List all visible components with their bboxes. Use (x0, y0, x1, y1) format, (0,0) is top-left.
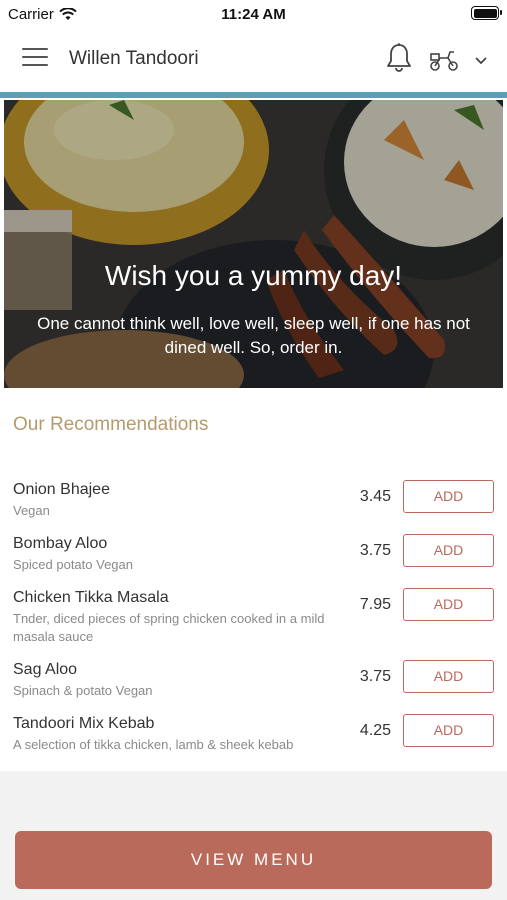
item-name: Bombay Aloo (13, 535, 108, 552)
hero-title: Wish you a yummy day! (104, 260, 403, 291)
add-button[interactable]: ADD (403, 660, 494, 693)
item-name: Sag Aloo (13, 661, 78, 678)
item-description: Tnder, diced pieces of spring chicken co… (13, 611, 325, 644)
item-price: 3.75 (359, 668, 391, 685)
add-button[interactable]: ADD (403, 534, 494, 567)
bell-icon[interactable] (384, 42, 414, 74)
add-button[interactable]: ADD (403, 480, 494, 513)
item-name: Chicken Tikka Masala (13, 589, 169, 606)
add-button[interactable]: ADD (403, 714, 494, 747)
scooter-icon (430, 51, 458, 71)
page-title: Willen Tandoori (69, 48, 199, 69)
header-accent-line (0, 92, 507, 98)
item-description: Spiced potato Vegan (13, 557, 133, 572)
delivery-mode-selector[interactable] (429, 46, 491, 74)
item-price: 7.95 (359, 596, 391, 613)
item-name: Tandoori Mix Kebab (13, 715, 155, 732)
view-menu-button[interactable]: VIEW MENU (15, 831, 492, 889)
item-description: A selection of tikka chicken, lamb & she… (13, 737, 294, 752)
chevron-down-icon (475, 57, 487, 65)
recommendations-heading: Our Recommendations (13, 414, 209, 435)
item-price: 3.75 (359, 542, 391, 559)
item-price: 3.45 (359, 488, 391, 505)
battery-icon (471, 6, 502, 20)
item-price: 4.25 (359, 722, 391, 739)
menu-icon[interactable] (22, 48, 48, 70)
item-description: Vegan (13, 503, 50, 518)
hero-banner: Wish you a yummy day! One cannot think w… (4, 100, 503, 388)
app-header: Willen Tandoori (0, 28, 507, 92)
status-bar: Carrier 11:24 AM (0, 0, 507, 28)
status-time: 11:24 AM (221, 6, 286, 23)
hero-subtitle: One cannot think well, love well, sleep … (37, 314, 470, 357)
item-description: Spinach & potato Vegan (13, 683, 153, 698)
item-name: Onion Bhajee (13, 481, 110, 498)
add-button[interactable]: ADD (403, 588, 494, 621)
